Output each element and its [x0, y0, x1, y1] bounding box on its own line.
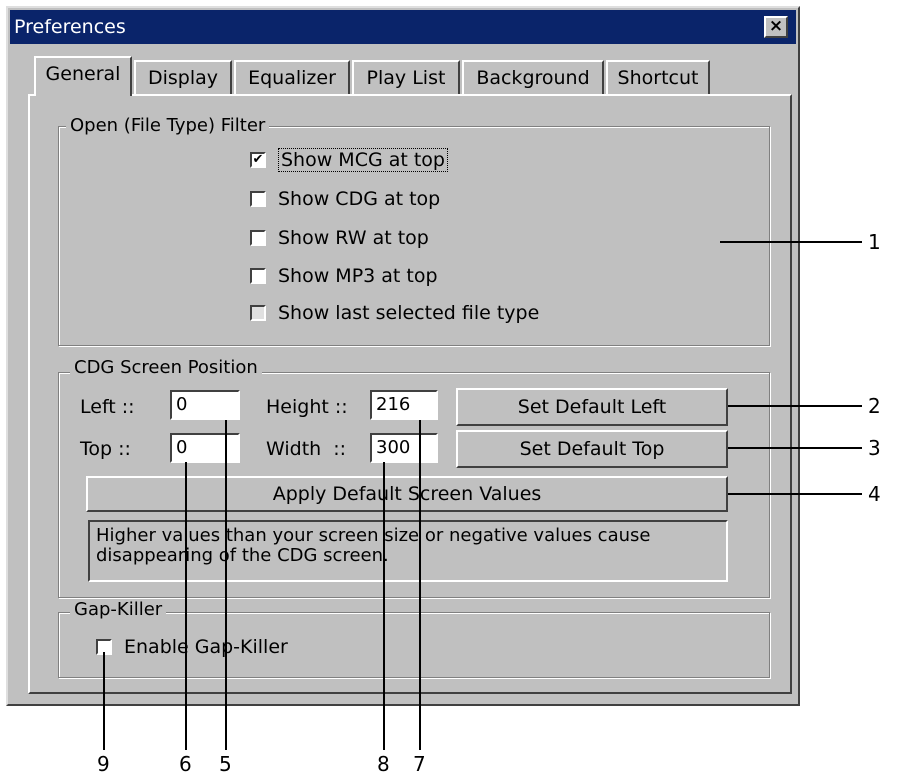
callout-lines	[103, 241, 862, 750]
callout-2: 2	[868, 394, 881, 418]
callout-8: 8	[377, 752, 390, 776]
callout-5: 5	[219, 752, 232, 776]
callout-4: 4	[868, 482, 881, 506]
callout-1: 1	[868, 230, 881, 254]
callout-7: 7	[413, 752, 426, 776]
callout-3: 3	[868, 436, 881, 460]
callout-9: 9	[97, 752, 110, 776]
tab-general[interactable]: General	[34, 56, 132, 96]
callout-6: 6	[179, 752, 192, 776]
